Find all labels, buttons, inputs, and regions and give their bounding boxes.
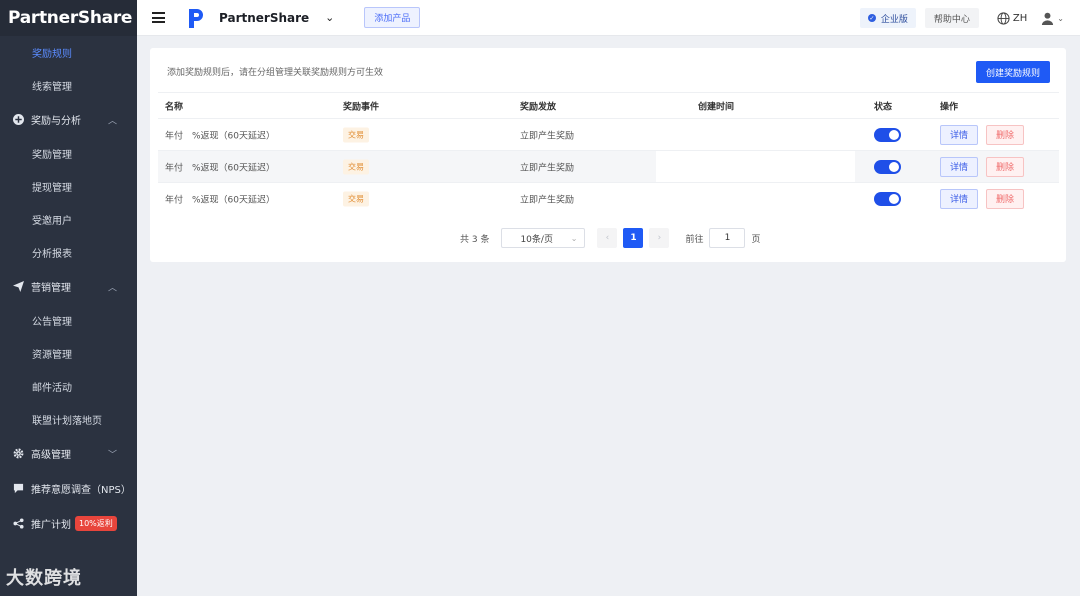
- reward-rules-card: 添加奖励规则后，请在分组管理关联奖励规则方可生效 创建奖励规则 名称 奖励事件 …: [150, 48, 1066, 262]
- check-circle-icon: ✓: [867, 14, 876, 22]
- hint-text: 添加奖励规则后，请在分组管理关联奖励规则方可生效: [167, 68, 384, 78]
- column-header: 操作: [940, 102, 959, 112]
- chevron-down-icon[interactable]: ⌄: [325, 11, 334, 24]
- sidebar-logo[interactable]: PartnerShare: [0, 0, 137, 36]
- detail-button[interactable]: 详情: [940, 188, 979, 209]
- menu-icon[interactable]: [152, 12, 165, 23]
- goto-page-input[interactable]: 1: [709, 228, 746, 248]
- sidebar-item-withdraw[interactable]: 提现管理: [0, 170, 137, 203]
- current-page[interactable]: 1: [623, 228, 644, 248]
- status-toggle[interactable]: [874, 191, 901, 206]
- add-product-button[interactable]: 添加产品: [364, 7, 421, 28]
- sidebar-group-promotion[interactable]: 推广计划 10%返利: [0, 506, 137, 541]
- rule-name: 年付 %返现（60天延迟）: [165, 195, 276, 205]
- paper-plane-icon: [12, 281, 24, 293]
- sidebar-group-advanced[interactable]: 高级管理 ﹀: [0, 436, 137, 471]
- sidebar-item-invited-users[interactable]: 受邀用户: [0, 203, 137, 236]
- event-tag: 交易: [343, 127, 369, 142]
- sidebar-group-rewards[interactable]: 奖励与分析 ︿: [0, 102, 137, 137]
- plus-circle-icon: [12, 114, 24, 126]
- status-toggle[interactable]: [874, 159, 901, 174]
- event-tag: 交易: [343, 191, 369, 206]
- issue-type: 立即产生奖励: [520, 163, 575, 173]
- row-actions: 详情 删除: [940, 124, 1025, 145]
- header-right: ✓ 企业版 帮助中心 ZH ⌄: [859, 0, 1080, 36]
- reward-rules-table: 名称 奖励事件 奖励发放 创建时间 状态 操作 年付 %返现（60天延迟） 交易…: [158, 92, 1059, 214]
- table-row: 年付 %返现（60天延迟） 交易 立即产生奖励 详情 删除: [158, 150, 1059, 182]
- sidebar-item-announcements[interactable]: 公告管理: [0, 304, 137, 337]
- watermark: 大数跨境: [6, 568, 82, 589]
- product-logo-icon: [189, 8, 203, 28]
- chat-icon: [12, 483, 24, 495]
- delete-button[interactable]: 删除: [986, 188, 1025, 209]
- sidebar: PartnerShare 奖励规则 线索管理 奖励与分析 ︿ 奖励管理 提现管理…: [0, 0, 137, 596]
- sidebar-item-reports[interactable]: 分析报表: [0, 236, 137, 269]
- sidebar-item-email[interactable]: 邮件活动: [0, 370, 137, 403]
- event-tag: 交易: [343, 159, 369, 174]
- issue-type: 立即产生奖励: [520, 131, 575, 141]
- language-switch[interactable]: ZH: [997, 11, 1027, 25]
- share-icon: [12, 518, 24, 530]
- pagination: 共 3 条 10条/页 ⌄ ‹ 1 › 前往 1 页: [460, 228, 760, 248]
- prev-page-button[interactable]: ‹: [597, 228, 618, 248]
- rule-name: 年付 %返现（60天延迟）: [165, 163, 276, 173]
- detail-button[interactable]: 详情: [940, 156, 979, 177]
- table-row: 年付 %返现（60天延迟） 交易 立即产生奖励 详情 删除: [158, 118, 1059, 150]
- rule-name: 年付 %返现（60天延迟）: [165, 131, 276, 141]
- column-header: 创建时间: [698, 102, 735, 112]
- total-count: 共 3 条: [460, 234, 490, 245]
- user-icon: [1042, 12, 1054, 25]
- issue-type: 立即产生奖励: [520, 195, 575, 205]
- chevron-down-icon: ﹀: [107, 450, 117, 460]
- chevron-down-icon: ⌄: [570, 233, 578, 243]
- globe-icon: [997, 11, 1010, 25]
- sidebar-item-reward-rules[interactable]: 奖励规则: [0, 36, 137, 69]
- sidebar-item-leads[interactable]: 线索管理: [0, 69, 137, 102]
- chevron-up-icon: ︿: [107, 116, 117, 126]
- table-header: 名称 奖励事件 奖励发放 创建时间 状态 操作: [158, 92, 1059, 118]
- delete-button[interactable]: 删除: [986, 124, 1025, 145]
- sidebar-nav: 奖励规则 线索管理 奖励与分析 ︿ 奖励管理 提现管理 受邀用户 分析报表 营销…: [0, 36, 137, 541]
- row-actions: 详情 删除: [940, 188, 1025, 209]
- top-header: PartnerShare ⌄ 添加产品 ✓ 企业版 帮助中心 ZH ⌄: [137, 0, 1080, 36]
- table-row: 年付 %返现（60天延迟） 交易 立即产生奖励 详情 删除: [158, 182, 1059, 214]
- delete-button[interactable]: 删除: [986, 156, 1025, 177]
- sidebar-group-nps[interactable]: 推荐意愿调查（NPS）: [0, 471, 137, 506]
- logo-text: PartnerShare: [8, 8, 133, 28]
- sidebar-item-landing[interactable]: 联盟计划落地页: [0, 403, 137, 436]
- product-name: PartnerShare: [219, 10, 310, 25]
- create-reward-rule-button[interactable]: 创建奖励规则: [975, 61, 1050, 83]
- enterprise-badge[interactable]: ✓ 企业版: [859, 8, 916, 28]
- next-page-button[interactable]: ›: [649, 228, 670, 248]
- column-header: 奖励发放: [520, 102, 557, 112]
- row-actions: 详情 删除: [940, 156, 1025, 177]
- column-header: 奖励事件: [343, 102, 380, 112]
- goto-label: 前往: [685, 234, 704, 245]
- page-size-select[interactable]: 10条/页 ⌄: [501, 228, 586, 248]
- chevron-down-icon: ⌄: [1057, 13, 1064, 23]
- gear-icon: [12, 448, 24, 460]
- sidebar-item-resources[interactable]: 资源管理: [0, 337, 137, 370]
- rebate-badge: 10%返利: [75, 516, 117, 531]
- column-header: 名称: [165, 102, 184, 112]
- help-center-button[interactable]: 帮助中心: [924, 8, 979, 28]
- column-header: 状态: [874, 102, 893, 112]
- page-suffix: 页: [751, 234, 761, 245]
- chevron-up-icon: ︿: [107, 283, 117, 293]
- detail-button[interactable]: 详情: [940, 124, 979, 145]
- sidebar-group-marketing[interactable]: 营销管理 ︿: [0, 269, 137, 304]
- status-toggle[interactable]: [874, 127, 901, 142]
- sidebar-item-reward-manage[interactable]: 奖励管理: [0, 137, 137, 170]
- user-menu[interactable]: ⌄: [1041, 12, 1064, 25]
